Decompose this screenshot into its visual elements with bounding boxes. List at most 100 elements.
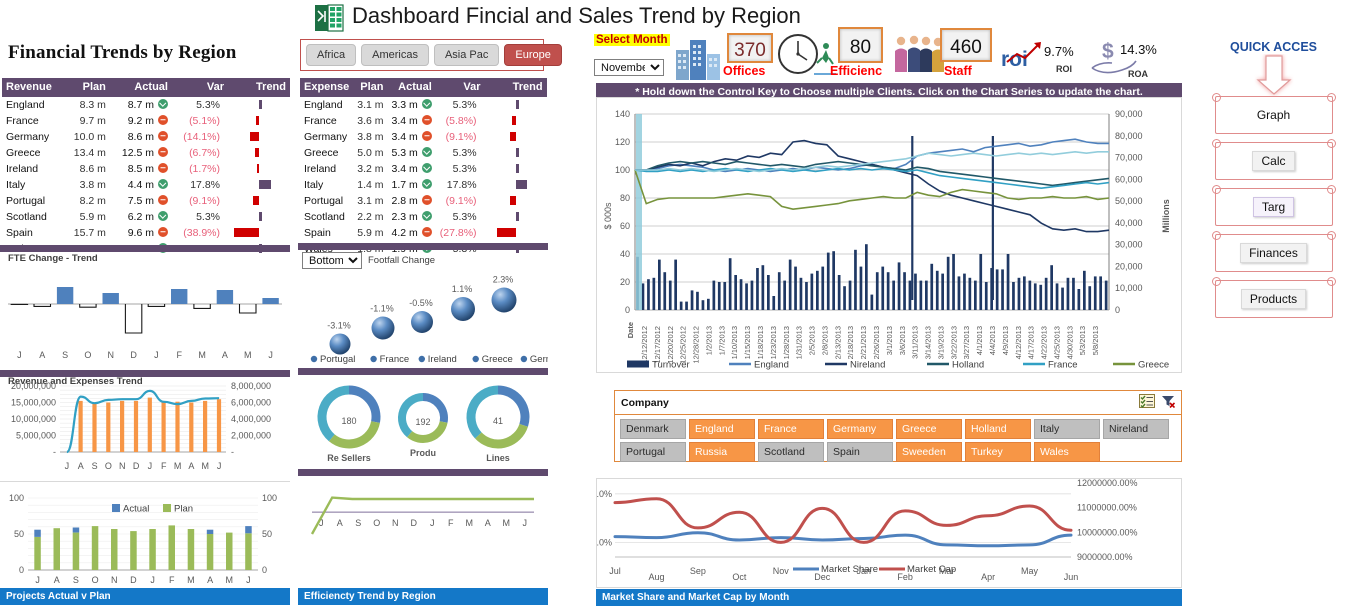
slicer-item-italy[interactable]: Italy (1034, 419, 1100, 439)
offices-kpi-caption: Offices (723, 64, 766, 78)
staff-kpi-caption: Staff (944, 64, 972, 78)
clock-runner-icon (776, 30, 836, 80)
slicer-item-russia[interactable]: Russia (689, 442, 755, 462)
clear-filter-icon[interactable] (1161, 394, 1176, 411)
row-plan: 3.2 m (353, 160, 388, 177)
slicer-item-nireland[interactable]: Nireland (1103, 419, 1169, 439)
quick-access-products[interactable]: Products (1211, 277, 1336, 318)
row-variance: 5.3% (171, 208, 228, 225)
slicer-item-wales[interactable]: Wales (1034, 442, 1100, 462)
svg-text:J: J (523, 518, 528, 528)
multi-select-icon[interactable] (1139, 394, 1155, 411)
quick-access-label: Targ (1252, 197, 1295, 217)
row-actual: 9.2 m (109, 112, 172, 129)
staff-kpi-value-box: 460 (940, 28, 992, 62)
svg-text:20,000: 20,000 (1115, 261, 1143, 271)
svg-text:3/14/2013: 3/14/2013 (924, 326, 933, 359)
row-trend-bar (228, 97, 290, 113)
row-variance: 17.8% (171, 176, 228, 193)
svg-text:A: A (188, 461, 194, 471)
col-actual: Actual (109, 78, 172, 97)
col-actual: Actual (387, 78, 436, 97)
svg-text:F: F (169, 575, 175, 585)
slicer-item-scotland[interactable]: Scotland (758, 442, 824, 462)
roa-kpi-value: 14.3% (1120, 42, 1157, 57)
row-trend-bar (484, 176, 547, 193)
quick-access-finances[interactable]: Finances (1211, 231, 1336, 272)
middle-column: Africa Americas Asia Pac Europe Expense Pla… (298, 0, 569, 608)
expense-table-header: Expense Plan Actual Var Trend (300, 78, 547, 97)
table-row: Germany 10.0 m 8.6 m (14.1%) (2, 128, 290, 145)
svg-text:2/8/2013: 2/8/2013 (820, 326, 829, 355)
row-variance: 5.3% (435, 144, 485, 161)
table-row: France 9.7 m 9.2 m (5.1%) (2, 112, 290, 129)
region-tab-americas[interactable]: Americas (361, 44, 429, 66)
svg-text:Date: Date (626, 322, 635, 338)
row-label: Germany (2, 128, 64, 145)
table-row: Germany 3.8 m 3.4 m (9.1%) (300, 128, 547, 145)
footfall-chart-title: Footfall Change (368, 255, 436, 266)
status-bad-icon (421, 130, 432, 141)
svg-text:Jul: Jul (609, 566, 621, 576)
month-select[interactable]: JanuaryFebruaryMarchAprilMayJuneJulyAugu… (594, 59, 664, 76)
quick-access-calc[interactable]: Calc (1211, 139, 1336, 180)
svg-text:70,000: 70,000 (1115, 153, 1143, 163)
status-good-icon (421, 162, 432, 173)
roi-kpi-caption: ROI (1056, 64, 1073, 74)
slicer-item-holland[interactable]: Holland (965, 419, 1031, 439)
row-actual: 2.3 m (387, 208, 436, 225)
status-good-icon (157, 98, 168, 109)
slicer-item-england[interactable]: England (689, 419, 755, 439)
footfall-change-chart: -3.1% -1.1% -0.5% 1.1% 2.3% Portugal France Ire… (298, 266, 569, 369)
region-tab-europe[interactable]: Europe (504, 44, 562, 66)
revenue-table-header: Revenue Plan Actual Var Trend (2, 78, 290, 97)
slicer-item-germany[interactable]: Germany (827, 419, 893, 439)
quick-access-targ[interactable]: Targ (1211, 185, 1336, 226)
row-plan: 3.8 m (353, 128, 388, 145)
slicer-item-portugal[interactable]: Portugal (620, 442, 686, 462)
svg-text:-0.5%: -0.5% (409, 298, 433, 308)
svg-text:4/4/2013: 4/4/2013 (988, 326, 997, 355)
svg-text:S: S (62, 350, 68, 360)
svg-text:4/9/2013: 4/9/2013 (1001, 326, 1010, 355)
svg-text:11000000.00%: 11000000.00% (1077, 503, 1137, 513)
slicer-item-spain[interactable]: Spain (827, 442, 893, 462)
svg-text:1.1%: 1.1% (452, 284, 473, 294)
region-tab-asia-pac[interactable]: Asia Pac (433, 44, 500, 66)
status-bad-icon (157, 130, 168, 141)
slicer-item-greece[interactable]: Greece (896, 419, 962, 439)
slicer-item-france[interactable]: France (758, 419, 824, 439)
row-variance: 5.3% (435, 97, 485, 113)
row-label: France (300, 112, 354, 129)
col-var: Var (435, 78, 485, 97)
quick-access-graph[interactable]: Graph (1211, 93, 1336, 134)
main-turnover-chart[interactable]: 0 20 40 60 80 100 120 140 0 10,000 20,000 30,000 40,… (596, 97, 1258, 373)
svg-text:1/7/2013: 1/7/2013 (717, 326, 726, 355)
svg-text:2.3%: 2.3% (493, 275, 514, 285)
row-trend-bar (484, 144, 547, 161)
status-bad-icon (157, 194, 168, 205)
row-variance: (6.7%) (171, 144, 228, 161)
svg-text:A: A (78, 461, 84, 471)
slicer-item-denmark[interactable]: Denmark (620, 419, 686, 439)
row-plan: 1.4 m (353, 176, 388, 193)
status-good-icon (421, 146, 432, 157)
svg-text:M: M (503, 518, 511, 528)
col-trend: Trend (228, 78, 290, 97)
row-trend-bar (228, 128, 290, 145)
svg-text:$ 000s: $ 000s (603, 202, 613, 230)
svg-text:15,000,000: 15,000,000 (11, 398, 56, 408)
slicer-item-turkey[interactable]: Turkey (965, 442, 1031, 462)
region-tab-africa[interactable]: Africa (306, 44, 357, 66)
svg-text:Portugal: Portugal (320, 354, 355, 365)
slicer-item-sweeden[interactable]: Sweeden (896, 442, 962, 462)
table-row: Scotland 5.9 m 6.2 m 5.3% (2, 208, 290, 225)
row-label: England (2, 97, 64, 113)
row-variance: (5.8%) (435, 112, 485, 129)
svg-text:N: N (119, 461, 126, 471)
quick-access-panel: QUICK ACCES Graph Calc Targ Finances Product… (1196, 40, 1351, 326)
svg-text:F: F (161, 461, 167, 471)
table-row: England 3.1 m 3.3 m 5.3% (300, 97, 547, 113)
row-plan: 5.0 m (353, 144, 388, 161)
svg-text:1/10/2013: 1/10/2013 (730, 326, 739, 359)
